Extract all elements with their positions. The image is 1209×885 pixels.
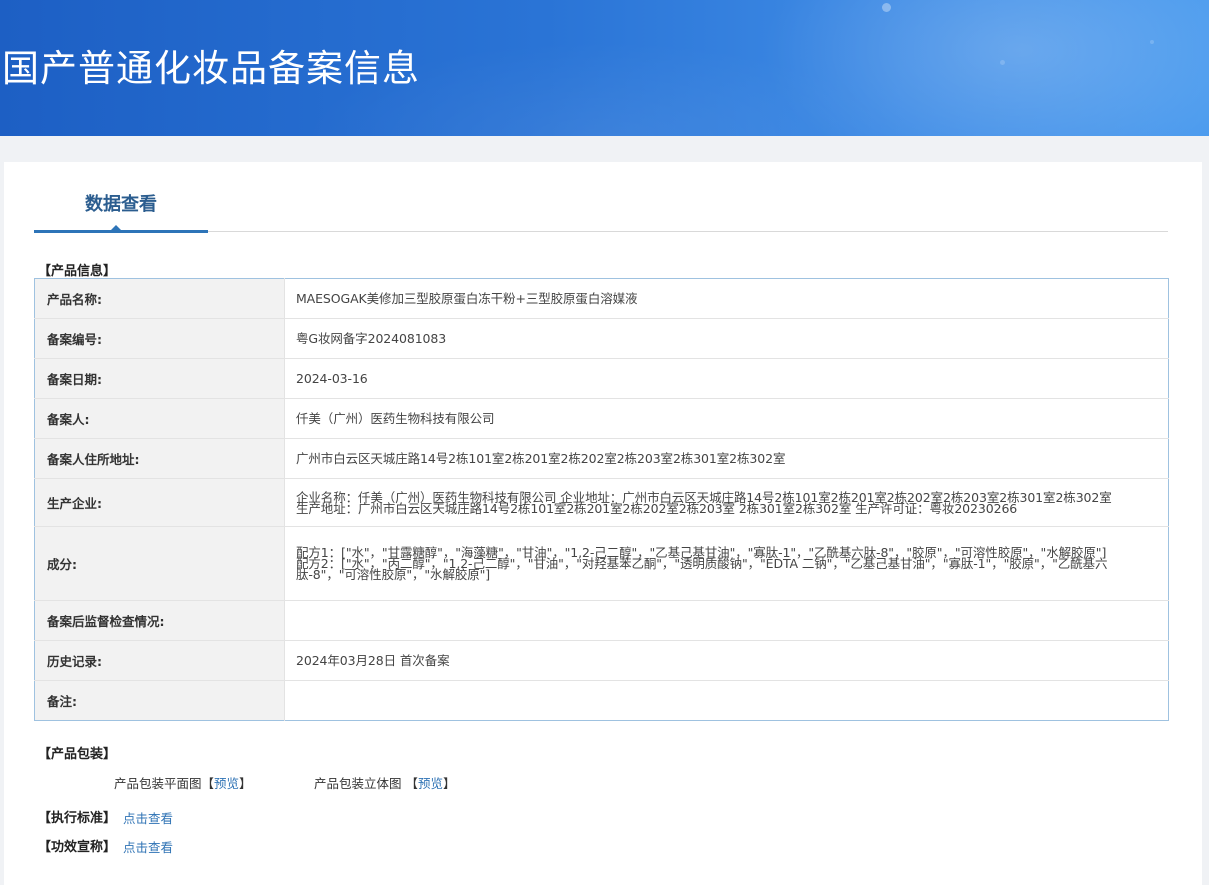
field-label: 备案日期:: [34, 358, 285, 399]
tab-active-indicator: [34, 230, 208, 233]
tab-data-view[interactable]: 数据查看: [34, 187, 208, 233]
standard-heading: 【执行标准】: [38, 811, 117, 826]
banner-sparkle: [1150, 40, 1154, 44]
efficacy-heading: 【功效宣称】: [38, 840, 117, 855]
table-row: 备案编号: 粤G妆网备字2024081083: [34, 318, 1169, 359]
inspection-value: [284, 600, 1169, 641]
bracket: 【: [201, 776, 215, 791]
packaging-solid-preview-link[interactable]: 预览: [418, 776, 443, 791]
ingredients-value: 配方1：["水"，"甘露糖醇"，"海藻糖"，"甘油"，"1,2-己二醇"，"乙基…: [284, 526, 1169, 601]
field-label: 产品名称:: [34, 278, 285, 319]
table-row: 备注:: [34, 680, 1169, 721]
table-row: 生产企业: 企业名称：仟美（广州）医药生物科技有限公司 企业地址：广州市白云区天…: [34, 478, 1169, 527]
table-row: 备案人: 仟美（广州）医药生物科技有限公司: [34, 398, 1169, 439]
bracket: 【: [405, 776, 419, 791]
filing-date-value: 2024-03-16: [284, 358, 1169, 399]
remarks-value: [285, 681, 1169, 721]
packaging-heading: 【产品包装】: [38, 747, 117, 762]
table-row: 备案日期: 2024-03-16: [34, 358, 1169, 399]
field-label: 备案人住所地址:: [34, 438, 285, 479]
packaging-solid-label: 产品包装立体图: [314, 776, 402, 791]
bracket: 】: [443, 776, 456, 791]
banner-sparkle: [1000, 60, 1005, 65]
page-title: 国产普通化妆品备案信息: [2, 47, 420, 90]
field-label: 备案编号:: [34, 318, 285, 359]
field-label: 生产企业:: [34, 478, 285, 527]
table-row: 备案人住所地址: 广州市白云区天城庄路14号2栋101室2栋201室2栋202室…: [34, 438, 1169, 479]
caret-up-icon: [111, 225, 121, 230]
product-name-value: MAESOGAK美修加三型胶原蛋白冻干粉+三型胶原蛋白溶媒液: [284, 278, 1169, 319]
packaging-solid: 产品包装立体图 【预览】: [314, 773, 456, 792]
standard-view-link[interactable]: 点击查看: [123, 808, 173, 827]
bracket: 】: [239, 776, 252, 791]
efficacy-view-link[interactable]: 点击查看: [123, 837, 173, 856]
field-label: 历史记录:: [34, 640, 285, 681]
field-label: 备案人:: [34, 398, 285, 439]
table-row: 历史记录: 2024年03月28日 首次备案: [34, 640, 1169, 681]
header-banner: 国产普通化妆品备案信息: [0, 0, 1209, 136]
product-info-heading: 【产品信息】: [38, 264, 117, 279]
field-label: 成分:: [34, 526, 285, 601]
filing-number-value: 粤G妆网备字2024081083: [284, 318, 1169, 359]
table-row: 成分: 配方1：["水"，"甘露糖醇"，"海藻糖"，"甘油"，"1,2-己二醇"…: [34, 526, 1169, 601]
packaging-flat-preview-link[interactable]: 预览: [214, 776, 239, 791]
product-info-table: 产品名称: MAESOGAK美修加三型胶原蛋白冻干粉+三型胶原蛋白溶媒液 备案编…: [34, 278, 1169, 721]
field-label: 备案后监督检查情况:: [34, 600, 285, 641]
field-label: 备注:: [34, 680, 285, 721]
table-row: 产品名称: MAESOGAK美修加三型胶原蛋白冻干粉+三型胶原蛋白溶媒液: [34, 278, 1169, 319]
packaging-flat: 产品包装平面图【预览】: [114, 773, 252, 792]
filer-value: 仟美（广州）医药生物科技有限公司: [284, 398, 1169, 439]
banner-sparkle: [882, 3, 891, 12]
filer-address-value: 广州市白云区天城庄路14号2栋101室2栋201室2栋202室2栋203室2栋3…: [284, 438, 1169, 479]
history-value: 2024年03月28日 首次备案: [284, 640, 1169, 681]
manufacturer-value: 企业名称：仟美（广州）医药生物科技有限公司 企业地址：广州市白云区天城庄路14号…: [284, 478, 1169, 527]
packaging-flat-label: 产品包装平面图: [114, 776, 202, 791]
table-row: 备案后监督检查情况:: [34, 600, 1169, 641]
formula-2: 配方2：["水"，"丙二醇"，"1,2-己二醇"，"甘油"，"对羟基苯乙酮"，"…: [296, 556, 1108, 582]
